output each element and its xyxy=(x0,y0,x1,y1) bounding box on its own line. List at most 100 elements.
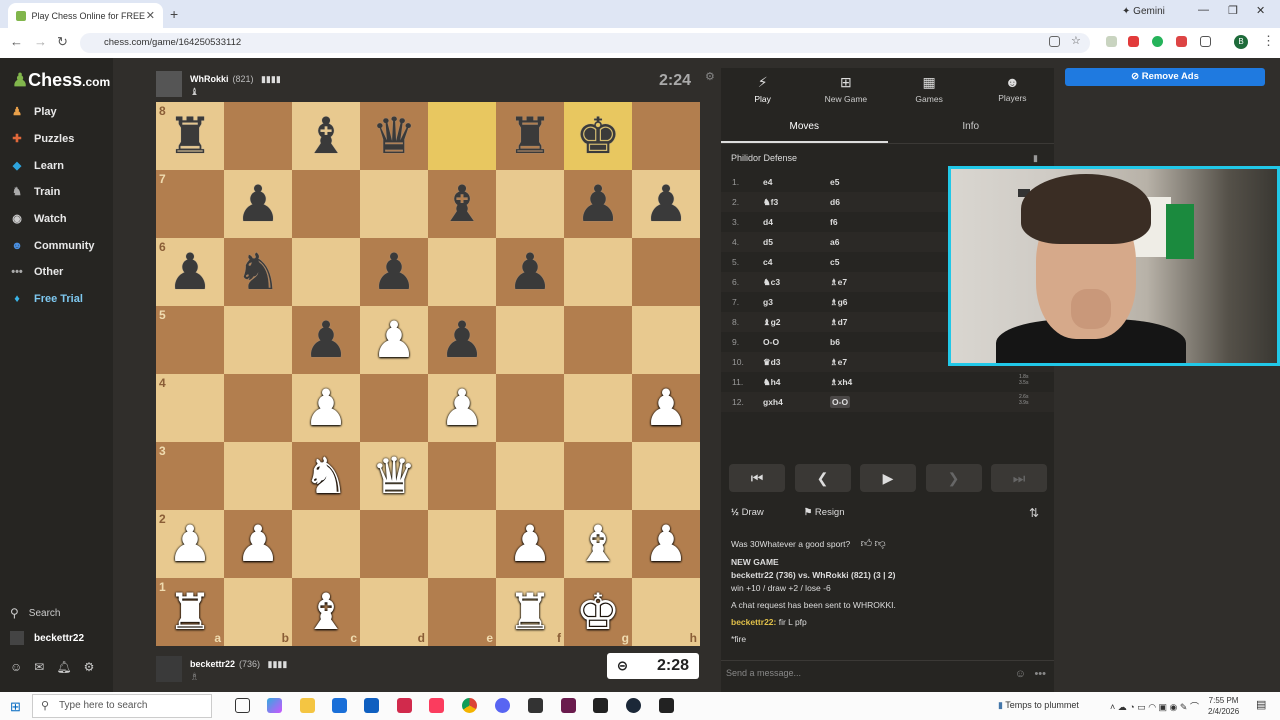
sidebar-item-play[interactable]: ♟ Play xyxy=(10,105,57,119)
emoji-icon[interactable]: ☺ xyxy=(1015,668,1026,680)
white-knight-piece[interactable]: ♞ xyxy=(304,451,349,501)
steam-icon[interactable] xyxy=(626,698,641,713)
black-move[interactable]: f6 xyxy=(830,217,890,227)
square-a5[interactable]: 5 xyxy=(156,306,224,374)
square-d4[interactable] xyxy=(360,374,428,442)
forward-icon[interactable]: → xyxy=(34,34,47,49)
black-pawn-piece[interactable]: ♟ xyxy=(440,315,485,365)
square-g7[interactable]: ♟ xyxy=(564,170,632,238)
puzzle-extensions-icon[interactable] xyxy=(1200,36,1211,47)
square-c1[interactable]: c ♝ xyxy=(292,578,360,646)
square-b2[interactable]: ♟ xyxy=(224,510,292,578)
sidebar-search[interactable]: ⚲ Search xyxy=(10,606,60,620)
thumbs-down-icon[interactable]: 👎︎ xyxy=(874,538,885,550)
black-rook-piece[interactable]: ♜ xyxy=(508,111,553,161)
square-g2[interactable]: ♝ xyxy=(564,510,632,578)
tab-moves[interactable]: Moves xyxy=(721,112,888,143)
new-tab-button[interactable]: + xyxy=(170,6,178,22)
chess-logo[interactable]: ♟Chess.com xyxy=(12,70,110,91)
square-d7[interactable] xyxy=(360,170,428,238)
square-a2[interactable]: 2 ♟ xyxy=(156,510,224,578)
square-c7[interactable] xyxy=(292,170,360,238)
board-settings-gear-icon[interactable]: ⚙ xyxy=(705,70,715,83)
black-move[interactable]: O-O xyxy=(830,396,890,408)
square-b8[interactable] xyxy=(224,102,292,170)
square-a4[interactable]: 4 xyxy=(156,374,224,442)
sidebar-item-free-trial[interactable]: ♦ Free Trial xyxy=(10,292,83,306)
square-g8[interactable]: ♚ xyxy=(564,102,632,170)
square-e6[interactable] xyxy=(428,238,496,306)
square-c5[interactable]: ♟ xyxy=(292,306,360,374)
black-pawn-piece[interactable]: ♟ xyxy=(168,247,213,297)
square-c3[interactable]: ♞ xyxy=(292,442,360,510)
thumbs-up-icon[interactable]: 👍︎ xyxy=(861,538,873,550)
resign-button[interactable]: ⚑ Resign xyxy=(804,507,865,518)
remove-ads-button[interactable]: ⊘ Remove Ads xyxy=(1065,68,1265,86)
black-queen-piece[interactable]: ♛ xyxy=(372,111,417,161)
square-d8[interactable]: ♛ xyxy=(360,102,428,170)
white-pawn-piece[interactable]: ♟ xyxy=(304,383,349,433)
square-b6[interactable]: ♞ xyxy=(224,238,292,306)
square-g5[interactable] xyxy=(564,306,632,374)
square-a1[interactable]: 1 a ♜ xyxy=(156,578,224,646)
app-icon[interactable] xyxy=(593,698,608,713)
white-move[interactable]: e4 xyxy=(763,177,830,187)
square-f1[interactable]: f ♜ xyxy=(496,578,564,646)
square-d2[interactable] xyxy=(360,510,428,578)
square-g1[interactable]: g ♚ xyxy=(564,578,632,646)
weather-widget[interactable]: ▮ Temps to plummet xyxy=(998,700,1079,711)
square-d3[interactable]: ♛ xyxy=(360,442,428,510)
white-bishop-piece[interactable]: ♝ xyxy=(304,587,349,637)
square-h6[interactable] xyxy=(632,238,700,306)
square-c8[interactable]: ♝ xyxy=(292,102,360,170)
white-move[interactable]: ♞f3 xyxy=(763,197,830,208)
task-view-icon[interactable] xyxy=(235,698,250,713)
copilot-icon[interactable] xyxy=(267,698,282,713)
white-pawn-piece[interactable]: ♟ xyxy=(236,519,281,569)
chat-username[interactable]: beckettr22: xyxy=(731,617,776,627)
app-icon[interactable] xyxy=(528,698,543,713)
white-move[interactable]: ♞h4 xyxy=(763,377,830,388)
square-b4[interactable] xyxy=(224,374,292,442)
windows-start-icon[interactable]: ⊞ xyxy=(10,699,21,715)
square-c6[interactable] xyxy=(292,238,360,306)
white-pawn-piece[interactable]: ♟ xyxy=(440,383,485,433)
draw-button[interactable]: ½ Draw xyxy=(731,507,784,518)
next-move-button[interactable]: ❯ xyxy=(925,464,982,492)
square-d5[interactable]: ♟ xyxy=(360,306,428,374)
sidebar-item-train[interactable]: ♞ Train xyxy=(10,185,60,199)
square-f8[interactable]: ♜ xyxy=(496,102,564,170)
square-h7[interactable]: ♟ xyxy=(632,170,700,238)
chess-board[interactable]: 8 ♜ ♝ ♛ ♜ ♚ 7 ♟ ♝ ♟ ♟ 6 ♟ ♞ ♟ ♟ 5 ♟ ♟ ♟ 4 ♟ ♟ ♟ 3 ♞ ♛ 2 ♟ ♟ ♟ ♝ ♟ 1 a ♜ b c ♝ d… xyxy=(156,102,700,646)
black-pawn-piece[interactable]: ♟ xyxy=(508,247,553,297)
square-f4[interactable] xyxy=(496,374,564,442)
black-bishop-piece[interactable]: ♝ xyxy=(440,179,485,229)
tray-icons[interactable]: ˄ ☁ ◔ ▭ ◠ ▣ ◉ ✎ ⌒ xyxy=(1110,700,1199,713)
reload-icon[interactable]: ↻ xyxy=(57,34,68,50)
white-bishop-piece[interactable]: ♝ xyxy=(576,519,621,569)
last-move-button[interactable]: ⏭ xyxy=(991,464,1047,492)
white-move[interactable]: ♞c3 xyxy=(763,277,830,288)
friends-icon[interactable]: ☺ xyxy=(10,660,22,674)
clock-area[interactable]: 7:55 PM 2/4/2026 xyxy=(1208,695,1239,717)
white-move[interactable]: d4 xyxy=(763,217,830,227)
taskbar-search[interactable]: ⚲ Type here to search xyxy=(32,694,212,718)
square-d1[interactable]: d xyxy=(360,578,428,646)
close-tab-icon[interactable]: ✕ xyxy=(146,9,155,22)
square-g3[interactable] xyxy=(564,442,632,510)
black-move[interactable]: ♗e7 xyxy=(830,357,890,368)
square-g4[interactable] xyxy=(564,374,632,442)
tab-info[interactable]: Info xyxy=(888,112,1055,143)
square-f6[interactable]: ♟ xyxy=(496,238,564,306)
square-h5[interactable] xyxy=(632,306,700,374)
black-move[interactable]: c5 xyxy=(830,257,890,267)
tab-play[interactable]: ⚡︎ Play xyxy=(721,68,804,112)
square-h4[interactable]: ♟ xyxy=(632,374,700,442)
square-e4[interactable]: ♟ xyxy=(428,374,496,442)
top-player-name[interactable]: WhRokki xyxy=(190,74,229,84)
extension-icon[interactable] xyxy=(1176,36,1187,47)
white-move[interactable]: ♝g2 xyxy=(763,317,830,328)
settings-gear-icon[interactable]: ⚙ xyxy=(84,660,95,674)
install-icon[interactable] xyxy=(1049,36,1060,47)
square-c2[interactable] xyxy=(292,510,360,578)
